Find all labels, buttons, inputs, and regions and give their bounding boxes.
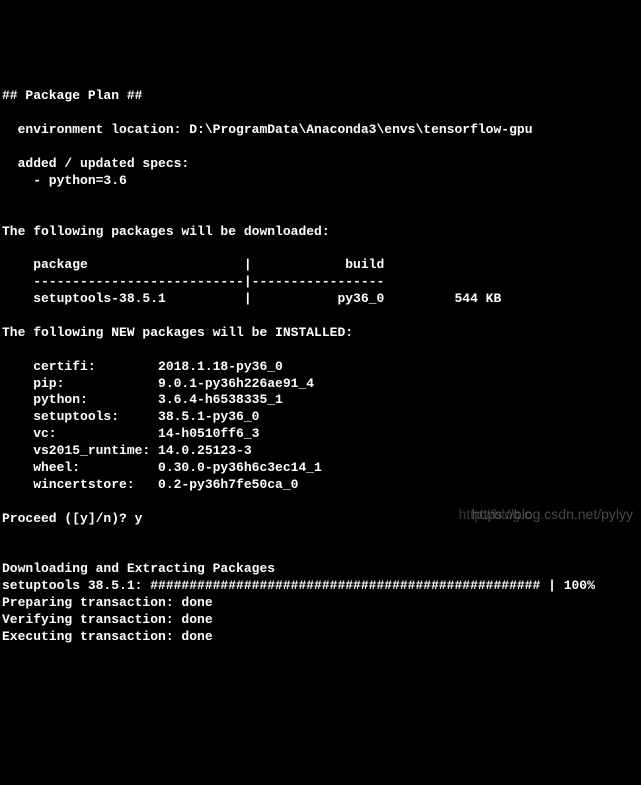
plan-title: ## Package Plan ##	[2, 88, 142, 103]
download-row: setuptools-38.5.1 | py36_0 544 KB	[2, 291, 501, 306]
env-label: environment location:	[2, 122, 189, 137]
progress-bar: setuptools 38.5.1: #####################…	[2, 578, 595, 593]
proceed-answer[interactable]: y	[135, 511, 143, 526]
install-row: certifi: 2018.1.18-py36_0	[2, 359, 283, 374]
install-row: vc: 14-h0510ff6_3	[2, 426, 259, 441]
download-col-header: package | build	[2, 257, 384, 272]
env-path: D:\ProgramData\Anaconda3\envs\tensorflow…	[189, 122, 532, 137]
download-heading: The following packages will be downloade…	[2, 224, 330, 239]
progress-heading: Downloading and Extracting Packages	[2, 561, 275, 576]
install-row: vs2015_runtime: 14.0.25123-3	[2, 443, 252, 458]
terminal-output: ## Package Plan ## environment location:…	[0, 68, 641, 650]
install-row: wincertstore: 0.2-py36h7fe50ca_0	[2, 477, 298, 492]
spec-item: - python=3.6	[2, 173, 127, 188]
watermark-text: https://blog.csdn.net/pylyy	[472, 505, 633, 523]
install-heading: The following NEW packages will be INSTA…	[2, 325, 353, 340]
progress-exec: Executing transaction: done	[2, 629, 213, 644]
specs-label: added / updated specs:	[2, 156, 189, 171]
progress-prep: Preparing transaction: done	[2, 595, 213, 610]
install-row: python: 3.6.4-h6538335_1	[2, 392, 283, 407]
proceed-prompt: Proceed ([y]/n)?	[2, 511, 135, 526]
install-row: wheel: 0.30.0-py36h6c3ec14_1	[2, 460, 322, 475]
install-row: setuptools: 38.5.1-py36_0	[2, 409, 259, 424]
download-divider: ---------------------------|------------…	[2, 274, 384, 289]
install-row: pip: 9.0.1-py36h226ae91_4	[2, 376, 314, 391]
progress-verify: Verifying transaction: done	[2, 612, 213, 627]
